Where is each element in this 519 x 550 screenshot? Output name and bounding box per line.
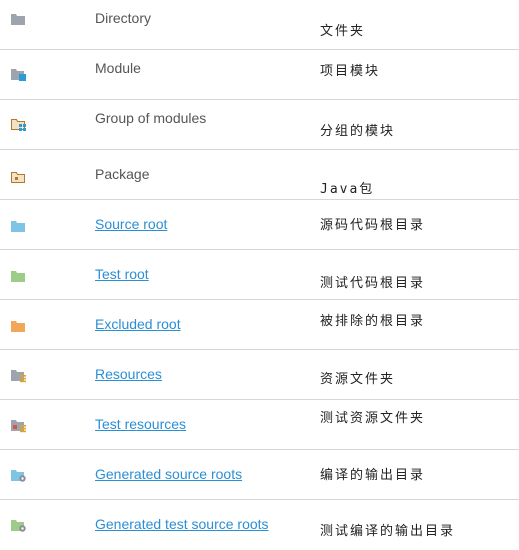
link-generated-source-roots[interactable]: Generated source roots — [95, 466, 242, 482]
resources-folder-icon — [11, 370, 26, 383]
table-row: Test root 测试代码根目录 — [0, 250, 519, 300]
row-desc: 测试代码根目录 — [320, 276, 426, 291]
table-row: Excluded root 被排除的根目录 — [0, 300, 519, 350]
table-row: Generated source roots 编译的输出目录 — [0, 450, 519, 500]
table-row: Source root 源码代码根目录 — [0, 200, 519, 250]
package-icon — [11, 172, 25, 183]
row-desc: 测试资源文件夹 — [320, 411, 426, 426]
row-desc: 项目模块 — [320, 64, 381, 79]
row-name-package: Package — [95, 166, 150, 182]
row-name-module: Module — [95, 60, 141, 76]
generated-test-source-folder-icon — [11, 520, 26, 532]
generated-source-folder-icon — [11, 470, 26, 482]
folder-types-table: Directory 文件夹 Module 项目模块 Group of modul… — [0, 0, 519, 550]
table-row: Directory 文件夹 — [0, 0, 519, 50]
link-test-root[interactable]: Test root — [95, 266, 149, 282]
link-excluded-root[interactable]: Excluded root — [95, 316, 181, 332]
table-row: Package Java包 — [0, 150, 519, 200]
module-group-icon — [11, 119, 26, 131]
row-desc: 被排除的根目录 — [320, 314, 426, 329]
table-row: Generated test source roots 测试编译的输出目录 — [0, 500, 519, 550]
row-desc: 分组的模块 — [320, 124, 396, 139]
row-name-group-of-modules: Group of modules — [95, 110, 207, 126]
folder-orange-icon — [11, 321, 25, 332]
folder-blue-icon — [11, 221, 25, 232]
folder-gray-icon — [11, 14, 25, 25]
link-source-root[interactable]: Source root — [95, 216, 167, 232]
table-row: Test resources 测试资源文件夹 — [0, 400, 519, 450]
row-desc: 测试编译的输出目录 — [320, 524, 456, 539]
link-resources[interactable]: Resources — [95, 366, 162, 382]
table-row: Group of modules 分组的模块 — [0, 100, 519, 150]
row-desc: 源码代码根目录 — [320, 218, 426, 233]
test-resources-folder-icon — [11, 420, 26, 433]
table-row: Module 项目模块 — [0, 50, 519, 100]
table-row: Resources 资源文件夹 — [0, 350, 519, 400]
link-test-resources[interactable]: Test resources — [95, 416, 186, 432]
folder-green-icon — [11, 271, 25, 282]
row-desc: 编译的输出目录 — [320, 468, 426, 483]
row-name-directory: Directory — [95, 10, 152, 26]
link-generated-test-source-roots[interactable]: Generated test source roots — [95, 516, 269, 532]
row-desc: Java包 — [320, 182, 375, 197]
module-icon — [11, 69, 26, 81]
row-desc: 资源文件夹 — [320, 372, 396, 387]
row-desc: 文件夹 — [320, 24, 366, 39]
